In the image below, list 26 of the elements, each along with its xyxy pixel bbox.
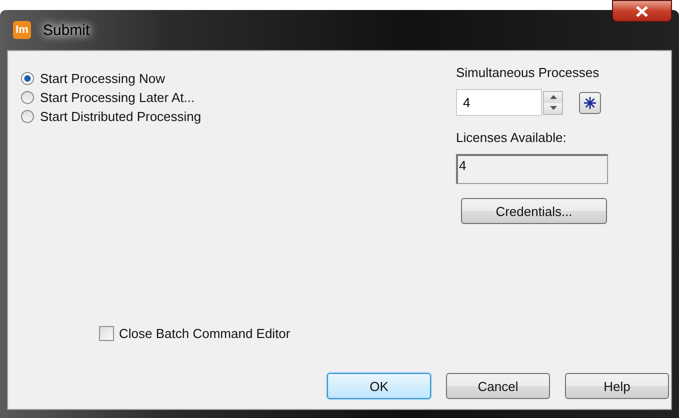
licenses-field[interactable]: 4 [456, 154, 608, 184]
licenses-available-label: Licenses Available: [456, 130, 568, 145]
asterisk-button[interactable] [579, 92, 601, 114]
dialog-button[interactable]: Help [565, 373, 669, 399]
checkbox[interactable] [99, 326, 114, 341]
radio-button[interactable] [21, 110, 34, 123]
asterisk-icon [584, 96, 596, 108]
radio-label: Start Processing Later At... [40, 90, 195, 105]
spin-up-button[interactable] [544, 92, 562, 102]
spin-down-button[interactable] [544, 102, 562, 114]
dialog-button[interactable]: OK [327, 373, 431, 399]
simultaneous-processes-label: Simultaneous Processes [456, 65, 600, 80]
app-icon: Im [13, 21, 31, 39]
processes-spin-field[interactable]: 4 [456, 89, 542, 116]
close-button[interactable] [612, 0, 672, 22]
credentials-button[interactable]: Credentials... [461, 198, 607, 224]
radio-button[interactable] [21, 72, 34, 85]
radio-label: Start Processing Now [40, 71, 165, 86]
radio-button[interactable] [21, 91, 34, 104]
close-icon [636, 6, 648, 16]
dialog-button[interactable]: Cancel [446, 373, 550, 399]
down-arrow-icon [550, 106, 556, 110]
up-arrow-icon [550, 95, 556, 99]
window-title: Submit [42, 22, 91, 38]
checkbox-label: Close Batch Command Editor [119, 326, 290, 341]
radio-label: Start Distributed Processing [40, 109, 202, 124]
